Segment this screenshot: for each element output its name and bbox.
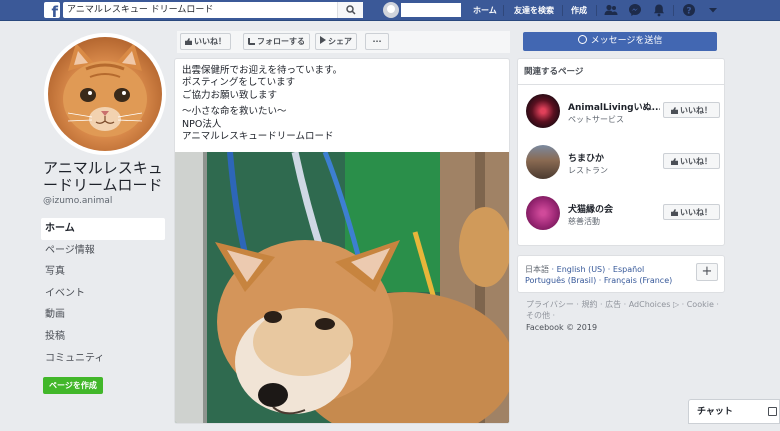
svg-text:?: ? bbox=[686, 7, 691, 17]
nav-divider bbox=[596, 5, 597, 16]
language-list: 日本語 · English (US) · Español Português (… bbox=[525, 265, 673, 285]
friend-requests-icon[interactable] bbox=[604, 3, 618, 17]
language-current: 日本語 bbox=[525, 265, 549, 274]
home-link[interactable]: ホーム bbox=[473, 0, 497, 21]
related-page-thumbnail[interactable] bbox=[526, 196, 560, 230]
related-page-category: 慈善活動 bbox=[568, 217, 600, 226]
nav-item-photos[interactable]: 写真 bbox=[41, 261, 165, 283]
nav-item-posts[interactable]: 投稿 bbox=[41, 326, 165, 348]
nav-item-videos[interactable]: 動画 bbox=[41, 304, 165, 326]
share-arrow-icon bbox=[320, 36, 326, 44]
create-link[interactable]: 作成 bbox=[571, 0, 587, 21]
messenger-icon[interactable] bbox=[628, 3, 642, 17]
related-page-category: レストラン bbox=[568, 166, 608, 175]
post-text-line: ポスティングをしています bbox=[182, 77, 296, 89]
find-friends-link[interactable]: 友達を検索 bbox=[514, 0, 554, 21]
user-avatar[interactable] bbox=[383, 2, 399, 18]
post-text-line: ご協力お願い致します bbox=[182, 89, 278, 101]
language-link[interactable]: Français (France) bbox=[604, 276, 672, 285]
divider bbox=[518, 84, 724, 85]
nav-item-events[interactable]: イベント bbox=[41, 283, 165, 305]
nav-item-about[interactable]: ページ情報 bbox=[41, 240, 165, 262]
post-text-line: NPO法人 bbox=[182, 118, 222, 130]
page-title[interactable]: アニマルレスキュードリームロード bbox=[43, 160, 173, 194]
language-link[interactable]: English (US) bbox=[557, 265, 606, 274]
related-page-name[interactable]: AnimalLivingいぬ... bbox=[568, 100, 660, 113]
create-page-button[interactable]: ページを作成 bbox=[43, 377, 103, 394]
messenger-icon bbox=[577, 35, 587, 44]
compose-icon[interactable] bbox=[768, 407, 777, 416]
related-page-item[interactable]: AnimalLivingいぬ... ペットサービス いいね！ bbox=[526, 94, 720, 130]
related-pages-panel: 関連するページ AnimalLivingいぬ... ペットサービス いいね！ ち… bbox=[517, 58, 725, 246]
related-page-name[interactable]: ちまひか bbox=[568, 151, 660, 164]
nav-divider bbox=[562, 5, 563, 16]
search-button[interactable] bbox=[337, 2, 363, 18]
related-page-thumbnail[interactable] bbox=[526, 145, 560, 179]
footer-links[interactable]: プライバシー · 規約 · 広告 · AdChoices ▷ · Cookie … bbox=[526, 299, 726, 321]
search-input[interactable]: アニマルレスキュー ドリームロード bbox=[63, 2, 363, 18]
more-options-button[interactable]: ··· bbox=[365, 33, 389, 50]
share-button[interactable]: シェア bbox=[315, 33, 357, 50]
nav-divider bbox=[503, 5, 504, 16]
related-page-item[interactable]: 犬猫縁の会 慈善活動 いいね！ bbox=[526, 196, 720, 232]
facebook-logo-icon[interactable]: f bbox=[44, 2, 60, 20]
page-handle[interactable]: @izumo.animal bbox=[43, 196, 112, 206]
related-pages-title: 関連するページ bbox=[524, 67, 584, 77]
top-navigation-bar: f アニマルレスキュー ドリームロード ホーム 友達を検索 作成 ? bbox=[0, 0, 780, 21]
post-text-line: 〜小さな命を救いたい〜 bbox=[182, 106, 287, 118]
page-navigation: ホーム ページ情報 写真 イベント 動画 投稿 コミュニティ bbox=[41, 218, 165, 369]
account-menu-chevron-icon[interactable] bbox=[706, 3, 720, 17]
page-action-bar: いいね！ フォローする シェア ··· bbox=[177, 31, 510, 53]
send-message-button[interactable]: メッセージを送信 bbox=[523, 32, 717, 51]
post-text-line: 出雲保健所でお迎えを待っています。 bbox=[182, 65, 343, 76]
chat-sidebar-tab[interactable]: チャット bbox=[688, 399, 780, 424]
add-language-button[interactable]: + bbox=[696, 263, 718, 281]
rss-icon bbox=[248, 38, 255, 45]
like-page-button[interactable]: いいね！ bbox=[180, 33, 231, 50]
post-text-line: アニマルレスキュードリームロード bbox=[182, 130, 334, 142]
help-icon[interactable]: ? bbox=[682, 3, 696, 17]
thumbs-up-icon bbox=[671, 158, 678, 165]
related-page-item[interactable]: ちまひか レストラン いいね！ bbox=[526, 145, 720, 181]
nav-item-community[interactable]: コミュニティ bbox=[41, 348, 165, 370]
follow-button[interactable]: フォローする bbox=[243, 33, 310, 50]
profile-picture[interactable] bbox=[44, 33, 166, 155]
related-page-name[interactable]: 犬猫縁の会 bbox=[568, 202, 660, 215]
search-icon bbox=[346, 5, 356, 15]
post-text: 出雲保健所でお迎えを待っています。 ポスティングをしています ご協力お願い致しま… bbox=[175, 59, 509, 143]
related-like-button[interactable]: いいね！ bbox=[663, 153, 720, 169]
related-page-category: ペットサービス bbox=[568, 115, 624, 124]
shiba-dog-illustration bbox=[175, 152, 509, 423]
kitten-photo bbox=[48, 37, 162, 151]
nav-item-home[interactable]: ホーム bbox=[41, 218, 165, 240]
kitten-illustration bbox=[63, 43, 147, 137]
language-panel: 日本語 · English (US) · Español Português (… bbox=[517, 255, 725, 293]
footer-copyright: Facebook © 2019 bbox=[526, 323, 598, 332]
post-card: 出雲保健所でお迎えを待っています。 ポスティングをしています ご協力お願い致しま… bbox=[174, 58, 510, 424]
thumbs-up-icon bbox=[671, 209, 678, 216]
thumbs-up-icon bbox=[671, 107, 678, 114]
language-link[interactable]: Português (Brasil) bbox=[525, 276, 596, 285]
related-like-button[interactable]: いいね！ bbox=[663, 102, 720, 118]
nav-divider bbox=[673, 5, 674, 16]
language-link[interactable]: Español bbox=[613, 265, 644, 274]
footer: プライバシー · 規約 · 広告 · AdChoices ▷ · Cookie … bbox=[526, 299, 726, 333]
post-photo[interactable] bbox=[175, 152, 509, 423]
related-page-thumbnail[interactable] bbox=[526, 94, 560, 128]
related-like-button[interactable]: いいね！ bbox=[663, 204, 720, 220]
user-name-link[interactable] bbox=[401, 3, 461, 17]
notifications-bell-icon[interactable] bbox=[652, 3, 666, 17]
thumbs-up-icon bbox=[185, 38, 192, 45]
